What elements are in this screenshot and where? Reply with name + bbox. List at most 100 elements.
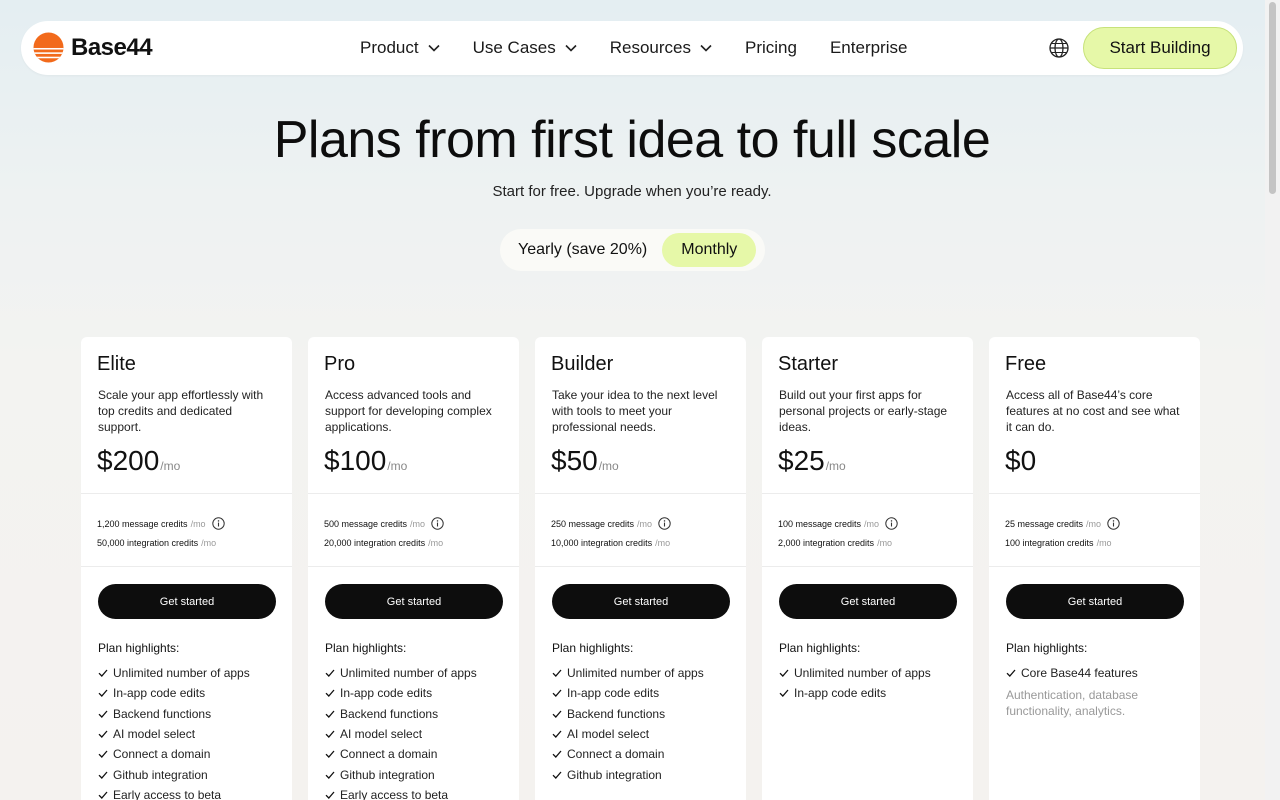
billing-toggle: Yearly (save 20%) Monthly xyxy=(500,229,765,271)
plan-highlight-label: Connect a domain xyxy=(340,747,438,762)
plan-highlight-item: In-app code edits xyxy=(98,683,250,703)
divider xyxy=(762,566,973,567)
plan-description: Access advanced tools and support for de… xyxy=(325,388,492,434)
plan-price: $200/mo xyxy=(97,445,180,477)
credit-unit: /mo xyxy=(1096,537,1112,548)
plan-highlights-title: Plan highlights: xyxy=(552,641,634,655)
nav-enterprise[interactable]: Enterprise xyxy=(830,38,907,58)
check-icon xyxy=(325,791,335,799)
plan-price-value: $100 xyxy=(324,445,387,476)
nav-resources[interactable]: Resources xyxy=(610,38,712,58)
check-icon xyxy=(98,750,108,759)
chevron-down-icon xyxy=(428,44,440,52)
credit-unit: /mo xyxy=(201,537,217,548)
plan-card-builder: Builder Take your idea to the next level … xyxy=(535,337,746,800)
plan-price: $25/mo xyxy=(778,445,846,477)
get-started-button[interactable]: Get started xyxy=(325,584,503,619)
plan-highlight-item: Unlimited number of apps xyxy=(98,663,250,683)
check-icon xyxy=(325,771,335,779)
page-scrollbar[interactable] xyxy=(1265,0,1280,800)
scrollbar-thumb[interactable] xyxy=(1269,2,1276,194)
brand-name: Base44 xyxy=(71,33,153,61)
plan-highlight-item: Unlimited number of apps xyxy=(552,663,704,683)
info-icon[interactable] xyxy=(885,517,898,530)
integration-credits: 100 integration credits xyxy=(1005,537,1094,548)
plan-price: $0 xyxy=(1005,445,1037,477)
plan-price-value: $0 xyxy=(1005,445,1037,476)
message-credits: 500 message credits xyxy=(324,518,408,529)
plan-highlight-label: Unlimited number of apps xyxy=(567,666,704,681)
message-credits-row: 100 message credits/mo xyxy=(778,514,898,533)
divider xyxy=(762,493,973,494)
check-icon xyxy=(552,771,562,779)
get-started-button[interactable]: Get started xyxy=(1006,584,1184,619)
integration-credits: 10,000 integration credits xyxy=(551,537,653,548)
plan-card-pro: Pro Access advanced tools and support for… xyxy=(308,337,519,800)
plan-highlight-item: In-app code edits xyxy=(325,683,477,703)
plan-highlight-label: Unlimited number of apps xyxy=(113,666,250,681)
plan-description: Scale your app effortlessly with top cre… xyxy=(98,388,264,434)
plan-card-free: Free Access all of Base44’s core features… xyxy=(989,337,1200,800)
plan-highlight-label: Connect a domain xyxy=(113,747,211,762)
plan-price: $100/mo xyxy=(324,445,407,477)
plan-price-unit: /mo xyxy=(825,459,846,473)
credit-unit: /mo xyxy=(1086,518,1102,529)
integration-credits: 2,000 integration credits xyxy=(778,537,875,548)
get-started-button[interactable]: Get started xyxy=(552,584,730,619)
plan-highlight-item: In-app code edits xyxy=(779,683,931,703)
plan-highlight-item: AI model select xyxy=(98,724,250,744)
message-credits-row: 500 message credits/mo xyxy=(324,514,444,533)
plan-highlights-list: Unlimited number of apps In-app code edit… xyxy=(325,663,477,800)
plan-highlight-label: AI model select xyxy=(340,727,423,742)
plan-price-value: $25 xyxy=(778,445,825,476)
nav-use-cases[interactable]: Use Cases xyxy=(473,38,577,58)
globe-icon[interactable] xyxy=(1048,37,1070,59)
integration-credits-row: 20,000 integration credits/mo xyxy=(324,533,444,552)
plan-highlights-title: Plan highlights: xyxy=(325,641,407,655)
plan-highlight-item: Github integration xyxy=(325,764,477,784)
plan-name: Pro xyxy=(324,353,356,375)
check-icon xyxy=(325,690,335,698)
divider xyxy=(989,566,1200,567)
page-subtitle: Start for free. Upgrade when you’re read… xyxy=(492,183,772,200)
plan-highlight-item: Unlimited number of apps xyxy=(779,663,931,683)
info-icon[interactable] xyxy=(658,517,671,530)
plan-price: $50/mo xyxy=(551,445,619,477)
message-credits: 100 message credits xyxy=(778,518,862,529)
plan-highlight-item: Backend functions xyxy=(98,704,250,724)
plan-highlight-label: AI model select xyxy=(113,727,196,742)
message-credits-row: 1,200 message credits/mo xyxy=(97,514,225,533)
brand-logo[interactable]: Base44 xyxy=(33,32,153,63)
nav-pricing[interactable]: Pricing xyxy=(745,38,797,58)
credit-unit: /mo xyxy=(428,537,444,548)
plan-price-value: $200 xyxy=(97,445,160,476)
get-started-button[interactable]: Get started xyxy=(779,584,957,619)
plan-highlight-item: Early access to beta xyxy=(325,785,477,800)
info-icon[interactable] xyxy=(1107,517,1120,530)
integration-credits: 50,000 integration credits xyxy=(97,537,199,548)
plan-highlight-label: Unlimited number of apps xyxy=(340,666,477,681)
divider xyxy=(308,566,519,567)
divider xyxy=(535,566,746,567)
check-icon xyxy=(552,690,562,698)
info-icon[interactable] xyxy=(431,517,444,530)
plan-highlight-item: Github integration xyxy=(98,764,250,784)
get-started-button[interactable]: Get started xyxy=(98,584,276,619)
check-icon xyxy=(779,669,789,678)
plan-highlights-title: Plan highlights: xyxy=(98,641,180,655)
billing-yearly-option[interactable]: Yearly (save 20%) xyxy=(504,233,661,267)
nav-product[interactable]: Product xyxy=(360,38,440,58)
message-credits: 25 message credits xyxy=(1005,518,1084,529)
billing-monthly-option[interactable]: Monthly xyxy=(662,233,757,267)
plan-credits: 500 message credits/mo 20,000 integration… xyxy=(324,514,444,552)
plan-highlight-label: Backend functions xyxy=(567,706,666,721)
plan-description: Take your idea to the next level with to… xyxy=(552,388,718,434)
plan-highlight-item: Backend functions xyxy=(325,704,477,724)
pricing-cards: Elite Scale your app effortlessly with to… xyxy=(81,337,1216,800)
plan-highlight-label: Backend functions xyxy=(340,706,439,721)
credit-unit: /mo xyxy=(190,518,206,529)
plan-name: Elite xyxy=(97,353,136,375)
start-building-button[interactable]: Start Building xyxy=(1083,27,1237,69)
message-credits: 1,200 message credits xyxy=(97,518,188,529)
info-icon[interactable] xyxy=(211,517,225,530)
